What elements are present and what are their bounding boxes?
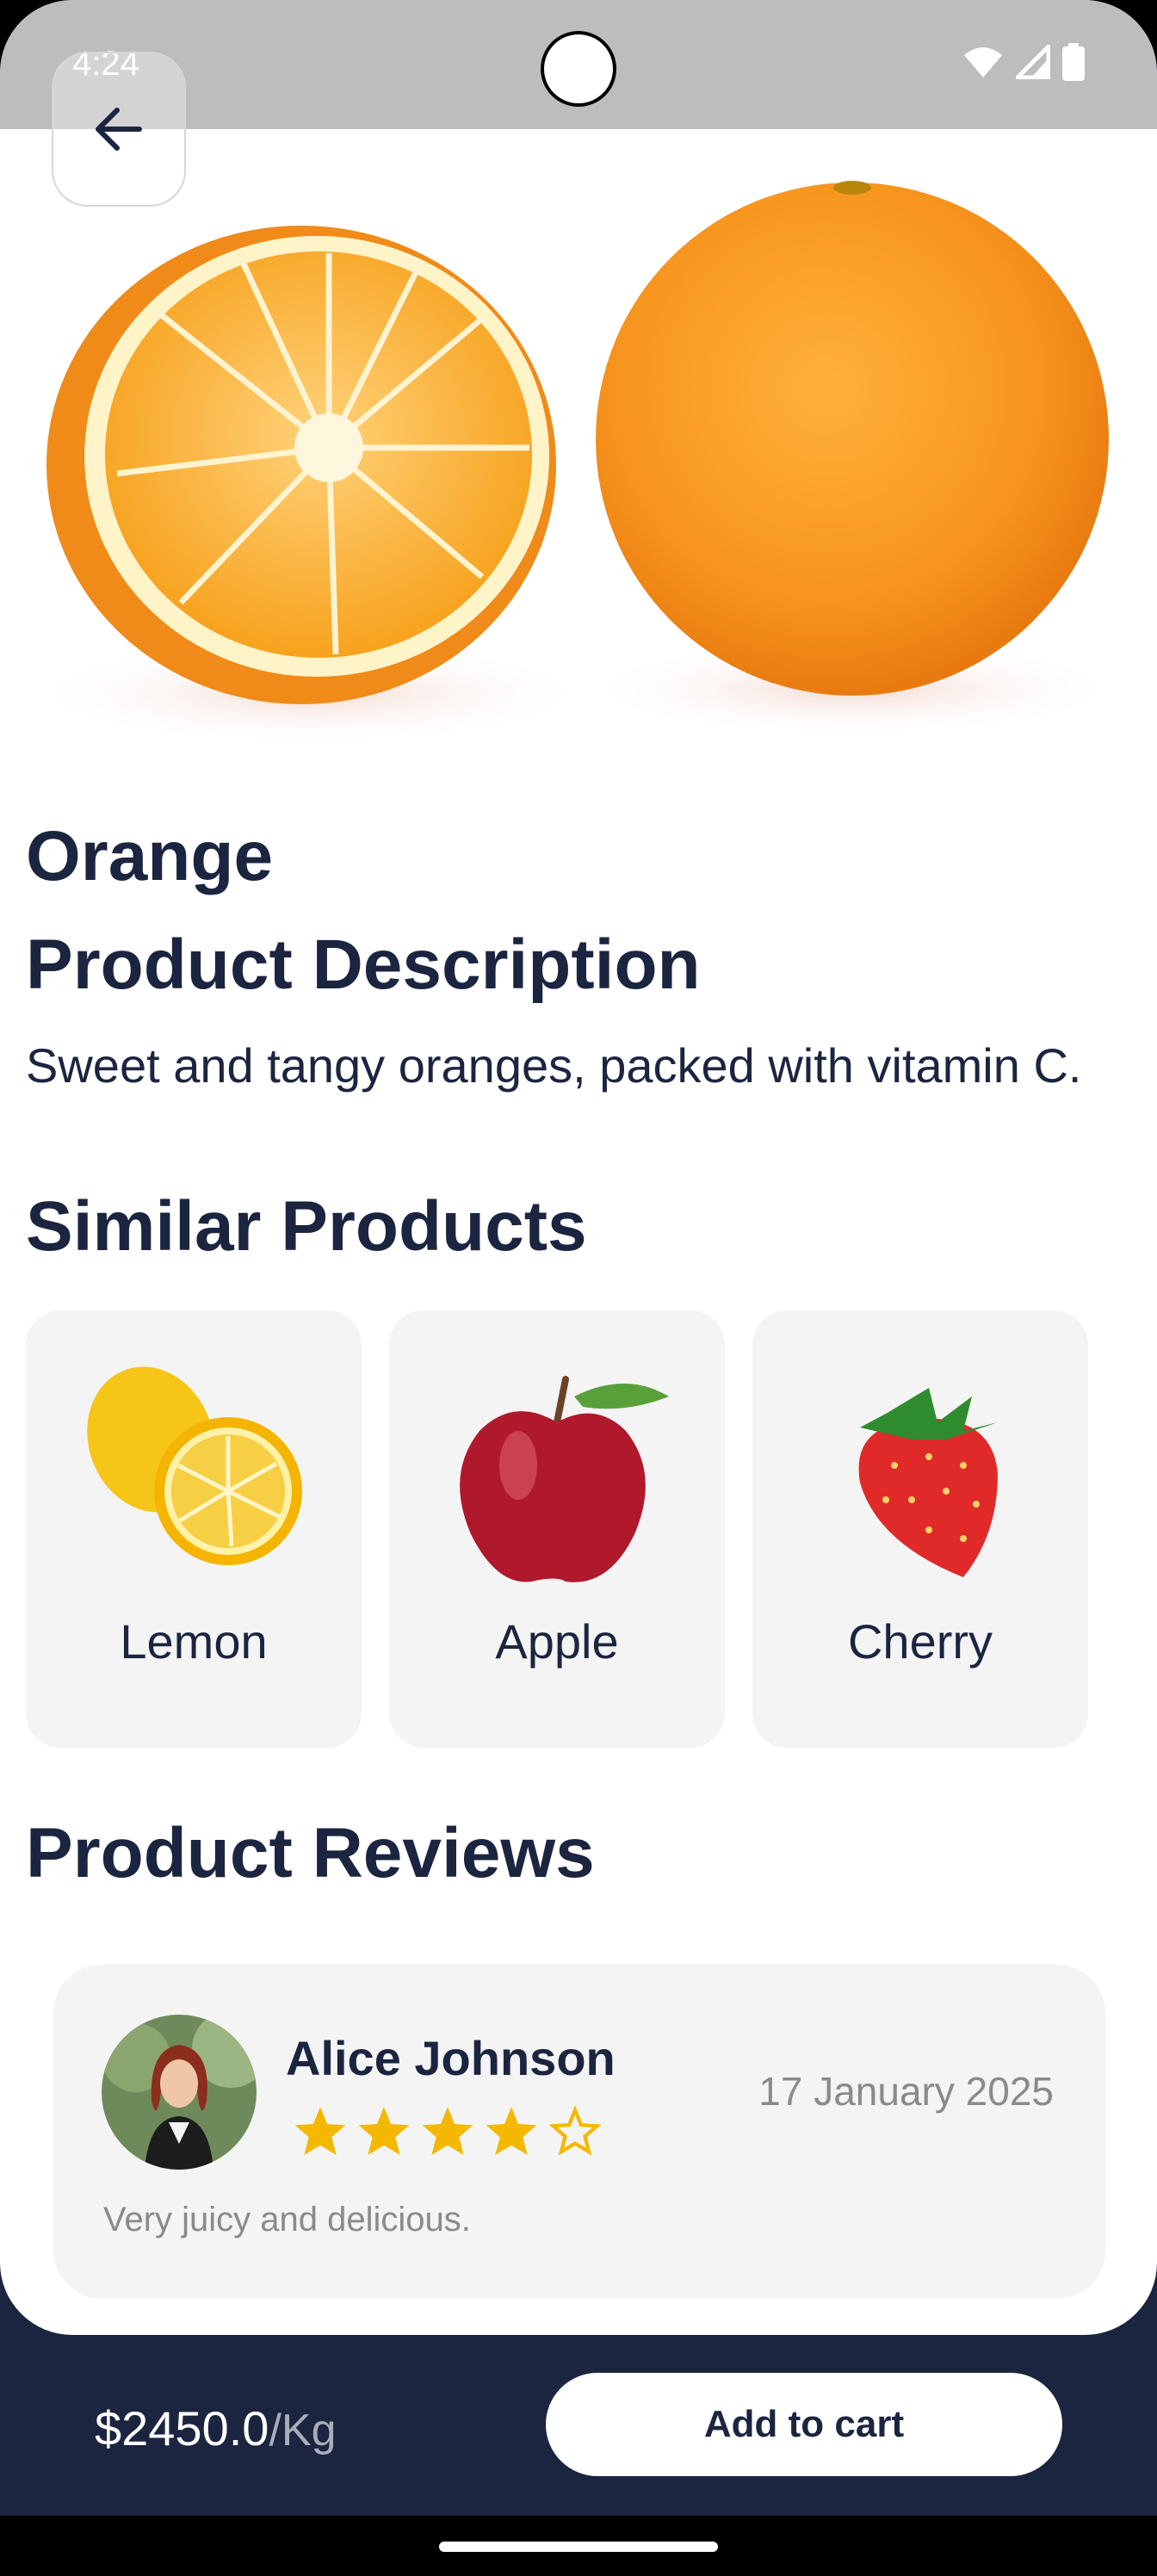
price: $2450.0/Kg (95, 2400, 337, 2456)
navigation-bar (0, 2516, 1157, 2576)
arrow-left-icon (96, 108, 142, 151)
product-image-orange (26, 181, 1128, 745)
signal-icon (1016, 45, 1050, 79)
star-rating (293, 2104, 603, 2158)
star-filled-icon (358, 2107, 410, 2155)
similar-product-card-apple[interactable]: Apple (389, 1310, 725, 1748)
similar-products-list: Lemon Apple Cherry (26, 1310, 1088, 1748)
star-filled-icon (294, 2107, 346, 2155)
add-to-cart-button[interactable]: Add to cart (546, 2373, 1062, 2476)
avatar (102, 2015, 257, 2170)
phone-frame: 4:24 Orange Product Description Sweet an… (0, 0, 1157, 2576)
star-filled-icon (486, 2107, 537, 2155)
price-unit: /Kg (269, 2406, 337, 2455)
strawberry-image (858, 1388, 998, 1577)
star-filled-icon (422, 2107, 473, 2155)
price-value: $2450.0 (95, 2401, 269, 2455)
review-card: Alice Johnson 17 January 2025 Very juicy… (53, 1965, 1105, 2299)
review-date: 17 January 2025 (758, 2069, 1054, 2114)
product-description: Sweet and tangy oranges, packed with vit… (26, 1038, 1082, 1093)
apple-image (460, 1376, 669, 1582)
reviewer-name: Alice Johnson (286, 2031, 616, 2085)
similar-product-label: Lemon (120, 1614, 268, 1669)
bottom-action-bar: $2450.0/Kg Add to cart (0, 2335, 1157, 2516)
similar-products-heading: Similar Products (26, 1187, 587, 1266)
lemon-image (87, 1366, 302, 1565)
home-gesture-handle[interactable] (439, 2542, 718, 2552)
description-heading: Product Description (26, 926, 701, 1004)
product-reviews-heading: Product Reviews (26, 1814, 595, 1892)
review-text: Very juicy and delicious. (103, 2201, 471, 2239)
battery-icon (1062, 43, 1085, 81)
wifi-icon (964, 47, 1002, 77)
similar-product-card-lemon[interactable]: Lemon (26, 1310, 362, 1748)
similar-product-label: Apple (495, 1614, 619, 1669)
similar-product-card-cherry[interactable]: Cherry (752, 1310, 1088, 1748)
back-button[interactable] (52, 52, 186, 207)
product-detail-screen: 4:24 Orange Product Description Sweet an… (0, 0, 1157, 2335)
similar-product-label: Cherry (847, 1614, 993, 1669)
camera-cutout (541, 31, 616, 107)
product-title: Orange (26, 817, 274, 895)
star-outline-icon (548, 2105, 602, 2156)
status-icons (962, 43, 1085, 81)
